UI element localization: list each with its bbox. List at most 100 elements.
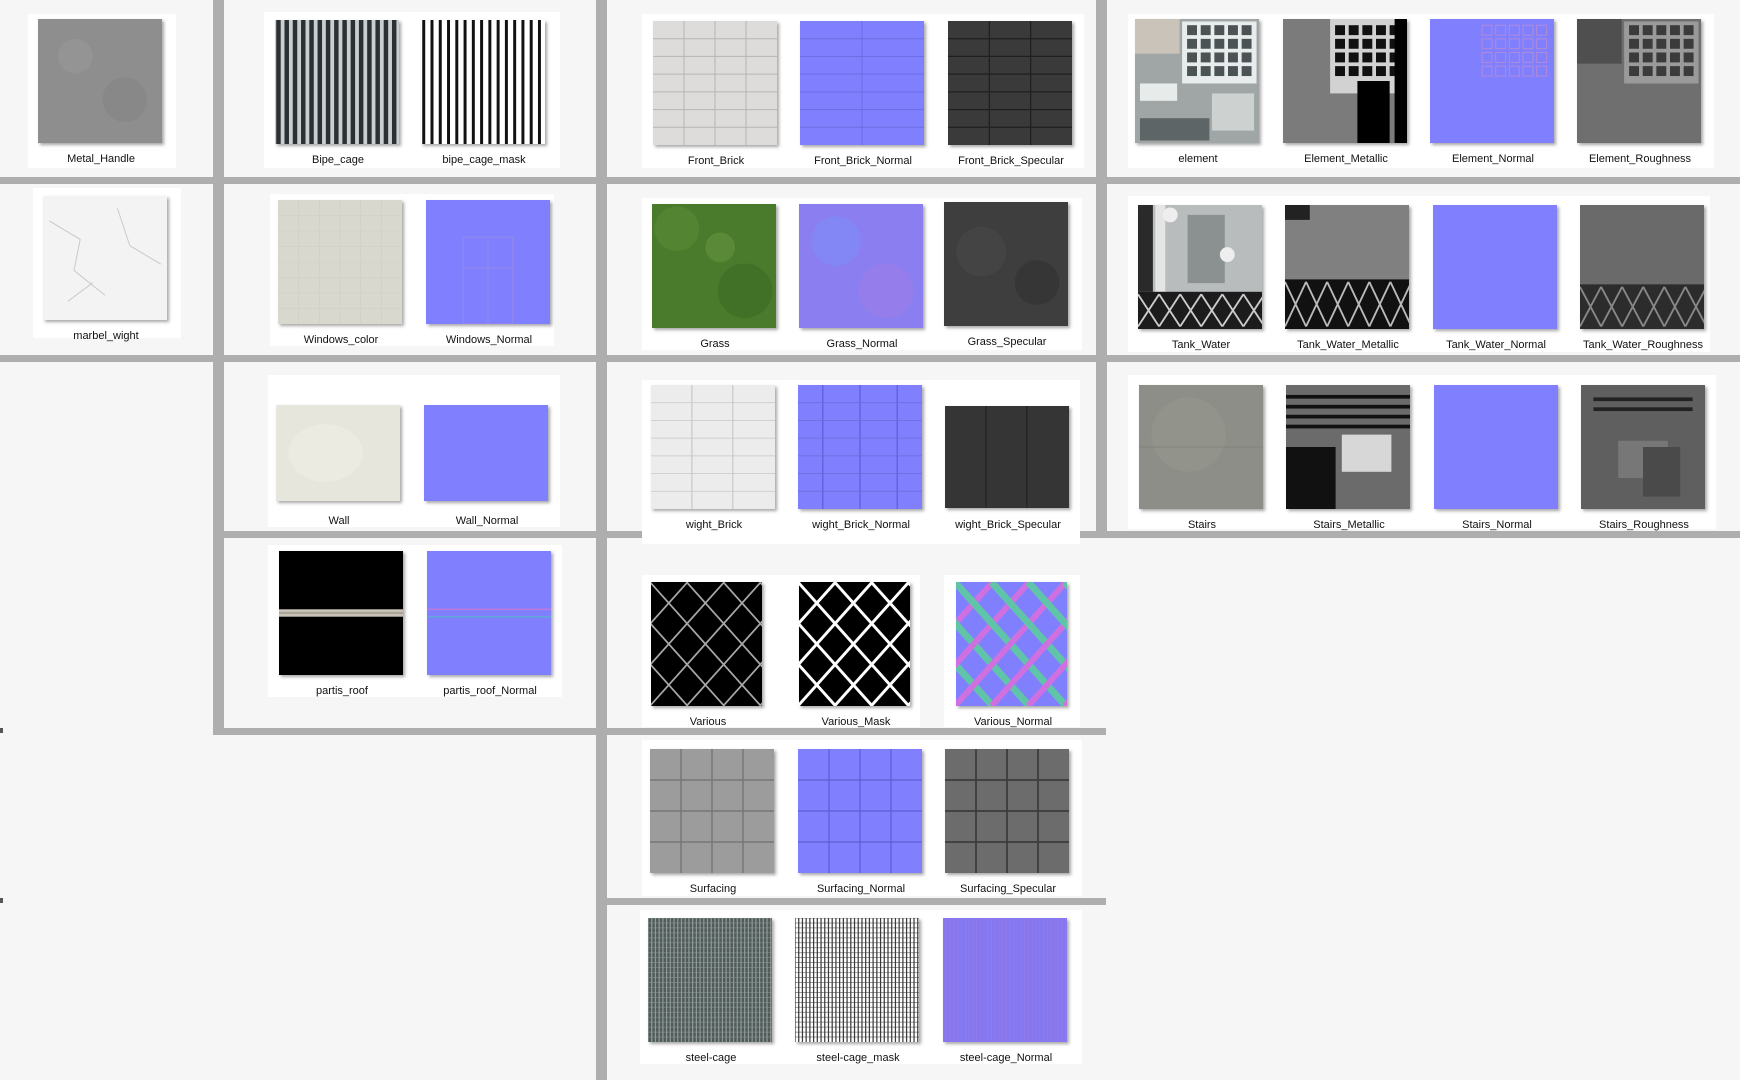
texture-thumbnail[interactable]: Grass bbox=[652, 204, 778, 350]
texture-thumbnail[interactable]: Bipe_cage bbox=[275, 20, 401, 166]
texture-preview bbox=[38, 19, 162, 143]
texture-image bbox=[424, 405, 548, 501]
texture-thumbnail[interactable]: marbel_wight bbox=[43, 196, 169, 342]
texture-preview bbox=[1433, 205, 1557, 329]
texture-image bbox=[798, 749, 922, 873]
texture-thumbnail[interactable]: Stairs_Normal bbox=[1434, 385, 1560, 531]
texture-thumbnail[interactable]: Stairs_Metallic bbox=[1286, 385, 1412, 531]
texture-preview bbox=[651, 385, 775, 509]
texture-thumbnail[interactable]: Wall bbox=[276, 381, 402, 527]
texture-preview bbox=[426, 200, 550, 324]
texture-preview bbox=[43, 196, 167, 320]
texture-preview bbox=[1138, 205, 1262, 329]
texture-filename: steel-cage_Normal bbox=[959, 1052, 1053, 1064]
texture-thumbnail[interactable]: Stairs bbox=[1139, 385, 1265, 531]
row-marker bbox=[0, 898, 3, 903]
texture-image bbox=[1286, 385, 1410, 509]
texture-thumbnail[interactable]: wight_Brick_Specular bbox=[945, 385, 1071, 531]
texture-image bbox=[1581, 385, 1705, 509]
texture-thumbnail[interactable]: Windows_Normal bbox=[426, 200, 552, 346]
texture-thumbnail[interactable]: Surfacing_Specular bbox=[945, 749, 1071, 895]
texture-thumbnail[interactable]: Element_Metallic bbox=[1283, 19, 1409, 165]
texture-preview bbox=[800, 21, 924, 145]
texture-filename: Windows_Normal bbox=[445, 334, 533, 346]
texture-image bbox=[648, 918, 772, 1042]
texture-image bbox=[275, 20, 399, 144]
texture-preview bbox=[275, 20, 399, 144]
texture-thumbnail[interactable]: Wall_Normal bbox=[424, 381, 550, 527]
gallery-divider bbox=[1096, 0, 1107, 535]
texture-image bbox=[278, 200, 402, 324]
gallery-divider bbox=[596, 898, 1106, 905]
texture-preview bbox=[1135, 19, 1259, 143]
texture-thumbnail[interactable]: Various_Mask bbox=[799, 582, 925, 728]
gallery-divider bbox=[213, 0, 224, 735]
texture-thumbnail[interactable]: Element_Roughness bbox=[1577, 19, 1703, 165]
gallery-divider bbox=[0, 355, 1740, 362]
texture-image bbox=[956, 582, 1067, 706]
texture-image bbox=[1577, 19, 1701, 143]
texture-preview bbox=[943, 918, 1067, 1042]
texture-thumbnail[interactable]: Front_Brick_Normal bbox=[800, 21, 926, 167]
texture-thumbnail[interactable]: Tank_Water bbox=[1138, 205, 1264, 351]
texture-thumbnail[interactable]: partis_roof bbox=[279, 551, 405, 697]
texture-thumbnail[interactable]: steel-cage_mask bbox=[795, 918, 921, 1064]
texture-thumbnail[interactable]: partis_roof_Normal bbox=[427, 551, 553, 697]
texture-thumbnail[interactable]: Grass_Normal bbox=[799, 204, 925, 350]
texture-preview bbox=[799, 582, 910, 706]
texture-image bbox=[1135, 19, 1259, 143]
texture-thumbnail[interactable]: Windows_color bbox=[278, 200, 404, 346]
texture-thumbnail[interactable]: Element_Normal bbox=[1430, 19, 1556, 165]
texture-image bbox=[1285, 205, 1409, 329]
texture-image bbox=[1138, 205, 1262, 329]
row-marker bbox=[0, 728, 3, 733]
texture-preview bbox=[1577, 19, 1701, 143]
texture-thumbnail[interactable]: Tank_Water_Metallic bbox=[1285, 205, 1411, 351]
texture-thumbnail[interactable]: steel-cage bbox=[648, 918, 774, 1064]
texture-image bbox=[799, 582, 910, 706]
texture-image bbox=[945, 749, 1069, 873]
gallery-divider bbox=[213, 728, 1106, 735]
texture-preview bbox=[427, 551, 551, 675]
texture-image bbox=[798, 385, 922, 509]
texture-preview bbox=[945, 406, 1069, 508]
texture-thumbnail[interactable]: Metal_Handle bbox=[38, 19, 164, 165]
texture-thumbnail[interactable]: Surfacing bbox=[650, 749, 776, 895]
texture-preview bbox=[1285, 205, 1409, 329]
texture-image bbox=[795, 918, 919, 1042]
texture-thumbnail[interactable]: Grass_Specular bbox=[944, 202, 1070, 348]
texture-filename: Front_Brick_Specular bbox=[958, 155, 1064, 167]
texture-filename: Element_Roughness bbox=[1588, 153, 1692, 165]
texture-filename: partis_roof_Normal bbox=[443, 685, 537, 697]
texture-image bbox=[1430, 19, 1554, 143]
texture-thumbnail[interactable]: Stairs_Roughness bbox=[1581, 385, 1707, 531]
texture-thumbnail[interactable]: wight_Brick bbox=[651, 385, 777, 531]
texture-preview bbox=[1430, 19, 1554, 143]
texture-image bbox=[38, 19, 162, 143]
texture-preview bbox=[1580, 205, 1704, 329]
texture-preview bbox=[648, 918, 772, 1042]
texture-thumbnail[interactable]: bipe_cage_mask bbox=[421, 20, 547, 166]
texture-thumbnail[interactable]: Surfacing_Normal bbox=[798, 749, 924, 895]
texture-thumbnail[interactable]: element bbox=[1135, 19, 1261, 165]
texture-thumbnail[interactable]: Tank_Water_Normal bbox=[1433, 205, 1559, 351]
texture-thumbnail[interactable]: steel-cage_Normal bbox=[943, 918, 1069, 1064]
texture-filename: Stairs_Roughness bbox=[1599, 519, 1689, 531]
texture-filename: Surfacing_Specular bbox=[959, 883, 1056, 895]
texture-thumbnail[interactable]: Front_Brick bbox=[653, 21, 779, 167]
texture-thumbnail[interactable]: Front_Brick_Specular bbox=[948, 21, 1074, 167]
texture-thumbnail[interactable]: wight_Brick_Normal bbox=[798, 385, 924, 531]
texture-image bbox=[1434, 385, 1558, 509]
texture-thumbnail[interactable]: Various_Normal bbox=[956, 582, 1082, 728]
texture-image bbox=[427, 551, 551, 675]
texture-image bbox=[421, 20, 545, 144]
texture-filename: wight_Brick_Specular bbox=[955, 519, 1061, 531]
gallery-divider bbox=[0, 177, 1740, 184]
texture-preview bbox=[652, 204, 776, 328]
texture-preview bbox=[651, 582, 762, 706]
texture-thumbnail[interactable]: Various bbox=[651, 582, 777, 728]
texture-image bbox=[650, 749, 774, 873]
texture-thumbnail[interactable]: Tank_Water_Roughness bbox=[1580, 205, 1706, 351]
texture-preview bbox=[795, 918, 919, 1042]
texture-preview bbox=[278, 200, 402, 324]
